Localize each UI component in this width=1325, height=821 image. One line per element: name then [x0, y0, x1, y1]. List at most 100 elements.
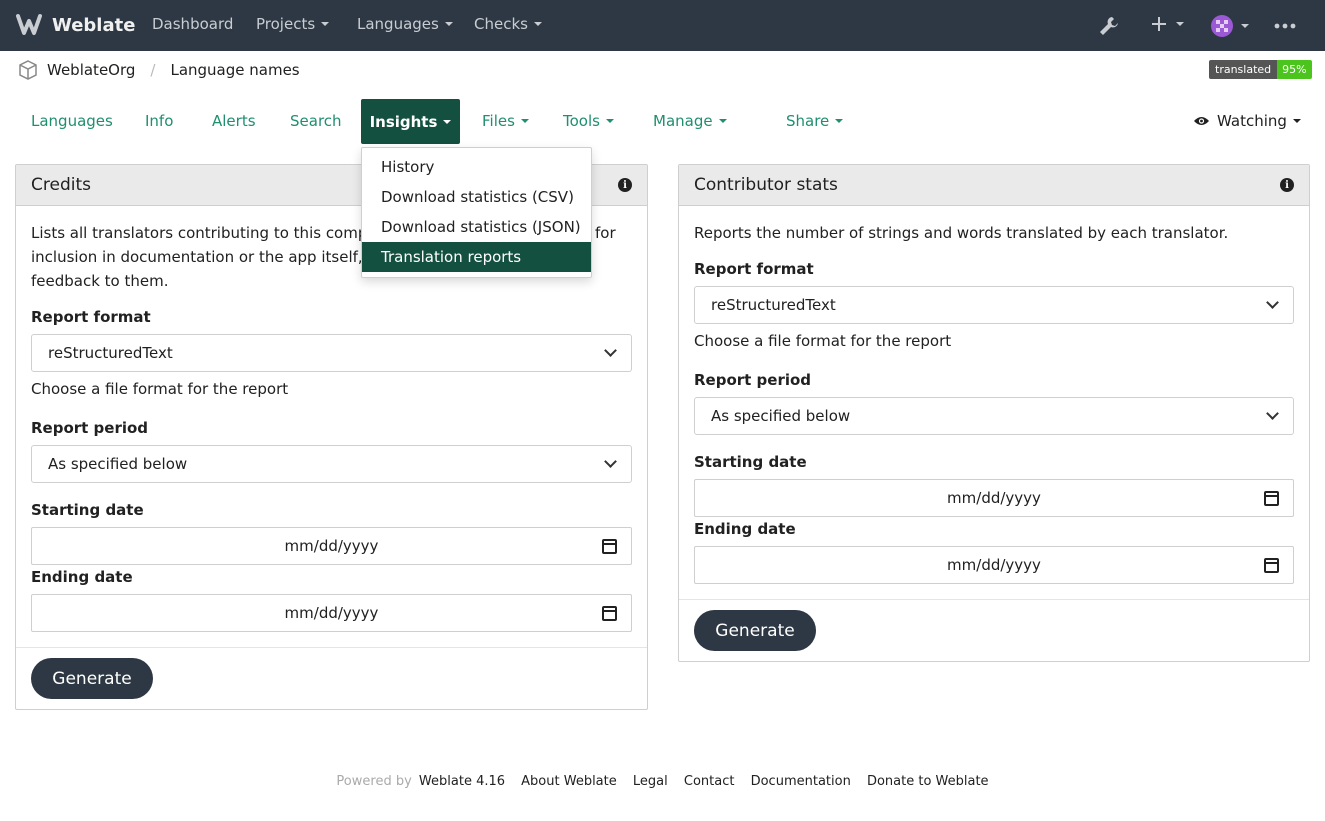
wrench-icon[interactable]	[1098, 15, 1120, 37]
nav-checks[interactable]: Checks	[474, 15, 542, 33]
footer-link-about[interactable]: About Weblate	[521, 774, 617, 789]
credits-end-label: Ending date	[31, 568, 133, 586]
footer-version-link[interactable]: Weblate 4.16	[419, 774, 505, 789]
credits-start-label: Starting date	[31, 501, 144, 519]
contrib-start-label: Starting date	[694, 453, 807, 471]
credits-start-placeholder: mm/dd/yyyy	[284, 537, 379, 555]
credits-description-line1-end: for	[595, 224, 616, 242]
caret-down-icon	[443, 119, 452, 124]
credits-period-label: Report period	[31, 419, 149, 437]
breadcrumb: WeblateOrg / Language names	[17, 59, 300, 81]
insights-dropdown-menu: History Download statistics (CSV) Downlo…	[361, 147, 592, 278]
info-icon[interactable]: i	[618, 178, 632, 192]
menu-item-history[interactable]: History	[362, 152, 591, 182]
breadcrumb-component[interactable]: Language names	[170, 61, 299, 79]
tab-languages[interactable]: Languages	[31, 112, 113, 130]
chevron-down-icon	[604, 455, 617, 468]
caret-down-icon	[1241, 24, 1249, 28]
eye-icon	[1194, 117, 1209, 125]
credits-format-help: Choose a file format for the report	[31, 380, 289, 398]
credits-format-label: Report format	[31, 308, 151, 326]
footer-link-contact[interactable]: Contact	[684, 774, 735, 789]
footer-link-donate[interactable]: Donate to Weblate	[867, 774, 989, 789]
brand-link[interactable]: Weblate	[15, 13, 135, 37]
contrib-generate-button[interactable]: Generate	[694, 610, 816, 651]
credits-period-select[interactable]: As specified below	[31, 445, 632, 483]
caret-down-icon	[321, 22, 330, 26]
tab-insights-label: Insights	[369, 112, 438, 131]
info-icon[interactable]: i	[1280, 178, 1294, 192]
credits-description-line2: inclusion in documentation or the app it…	[31, 248, 394, 266]
tab-manage[interactable]: Manage	[653, 112, 727, 130]
badge-value: 95%	[1277, 60, 1312, 79]
contrib-format-select[interactable]: reStructuredText	[694, 286, 1294, 324]
contrib-title: Contributor stats	[694, 175, 838, 195]
contrib-period-select[interactable]: As specified below	[694, 397, 1294, 435]
calendar-icon[interactable]	[602, 606, 617, 621]
tab-tools-label: Tools	[563, 112, 600, 130]
nav-languages[interactable]: Languages	[357, 15, 453, 33]
credits-start-date-input[interactable]: mm/dd/yyyy	[31, 527, 632, 565]
credits-generate-button[interactable]: Generate	[31, 658, 153, 699]
breadcrumb-project[interactable]: WeblateOrg	[47, 61, 135, 79]
caret-down-icon	[1176, 22, 1184, 26]
badge-label: translated	[1209, 60, 1278, 79]
add-menu[interactable]	[1151, 16, 1184, 32]
avatar	[1211, 15, 1233, 37]
calendar-icon[interactable]	[1264, 491, 1279, 506]
cube-icon	[19, 60, 37, 80]
top-navbar: Weblate Dashboard Projects Languages Che…	[0, 0, 1325, 51]
chevron-down-icon	[604, 344, 617, 357]
credits-end-date-input[interactable]: mm/dd/yyyy	[31, 594, 632, 632]
tab-search[interactable]: Search	[290, 112, 342, 130]
more-menu-icon[interactable]	[1274, 23, 1296, 29]
footer-link-legal[interactable]: Legal	[633, 774, 668, 789]
weblate-logo-icon	[16, 14, 42, 35]
caret-down-icon	[835, 119, 844, 123]
nav-dashboard-label: Dashboard	[152, 15, 234, 33]
tab-insights[interactable]: Insights	[361, 99, 460, 144]
nav-dashboard[interactable]: Dashboard	[152, 15, 233, 33]
credits-description-line1: Lists all translators contributing to th…	[31, 224, 387, 242]
credits-format-select[interactable]: reStructuredText	[31, 334, 632, 372]
contributor-stats-panel: Contributor stats i Reports the number o…	[678, 164, 1310, 662]
translated-badge[interactable]: translated 95%	[1209, 60, 1312, 79]
tab-alerts[interactable]: Alerts	[212, 112, 256, 130]
contrib-description: Reports the number of strings and words …	[694, 224, 1229, 242]
menu-item-download-json[interactable]: Download statistics (JSON)	[362, 212, 591, 242]
breadcrumb-separator: /	[150, 61, 156, 79]
brand-name: Weblate	[52, 14, 136, 36]
tab-search-label: Search	[290, 112, 342, 130]
tab-info[interactable]: Info	[145, 112, 173, 130]
powered-by-text: Powered by	[336, 774, 412, 789]
nav-checks-label: Checks	[474, 15, 528, 33]
contrib-start-date-input[interactable]: mm/dd/yyyy	[694, 479, 1294, 517]
contrib-format-value: reStructuredText	[711, 296, 836, 314]
watching-label: Watching	[1217, 112, 1287, 130]
menu-item-download-csv[interactable]: Download statistics (CSV)	[362, 182, 591, 212]
calendar-icon[interactable]	[602, 539, 617, 554]
watching-menu[interactable]: Watching	[1193, 112, 1301, 130]
tab-alerts-label: Alerts	[212, 112, 256, 130]
tab-share[interactable]: Share	[786, 112, 844, 130]
contrib-end-date-input[interactable]: mm/dd/yyyy	[694, 546, 1294, 584]
panel-divider	[679, 599, 1309, 600]
tab-files[interactable]: Files	[482, 112, 529, 130]
caret-down-icon	[605, 119, 614, 123]
tab-languages-label: Languages	[31, 112, 113, 130]
calendar-icon[interactable]	[1264, 558, 1279, 573]
menu-item-translation-reports[interactable]: Translation reports	[362, 242, 591, 272]
footer-link-documentation[interactable]: Documentation	[751, 774, 851, 789]
user-menu[interactable]	[1211, 15, 1249, 37]
contrib-header: Contributor stats i	[679, 165, 1309, 206]
credits-title: Credits	[31, 175, 91, 195]
nav-projects[interactable]: Projects	[256, 15, 330, 33]
contrib-format-label: Report format	[694, 260, 814, 278]
contrib-format-help: Choose a file format for the report	[694, 332, 952, 350]
tab-tools[interactable]: Tools	[563, 112, 614, 130]
caret-down-icon	[1292, 119, 1301, 123]
contrib-period-value: As specified below	[711, 407, 851, 425]
contrib-end-placeholder: mm/dd/yyyy	[947, 556, 1041, 574]
nav-languages-label: Languages	[357, 15, 439, 33]
caret-down-icon	[533, 22, 542, 26]
